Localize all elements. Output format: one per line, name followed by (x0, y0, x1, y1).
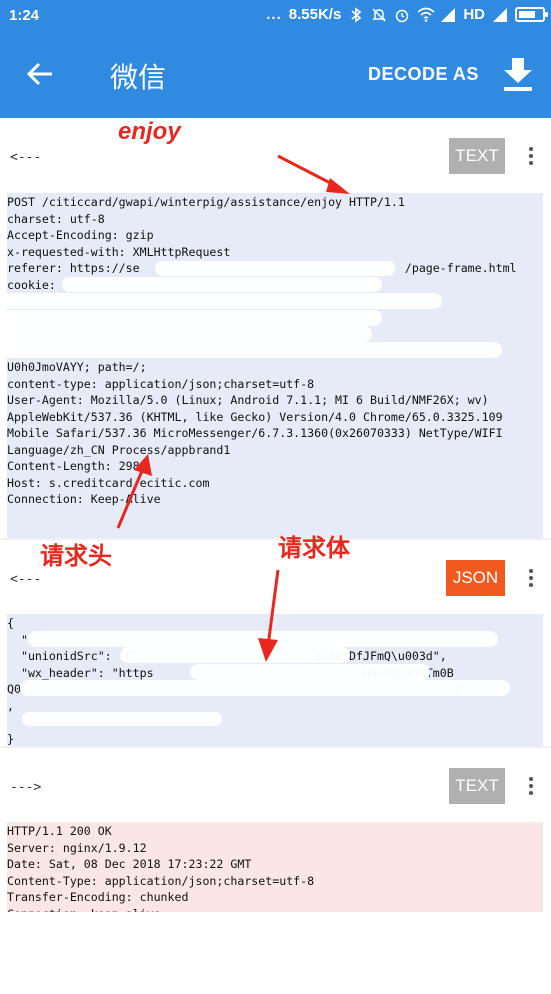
signal-icon (440, 7, 456, 23)
code-line: charset: utf-8 (7, 211, 105, 226)
redaction (62, 277, 382, 292)
type-badge-json[interactable]: JSON (446, 560, 505, 596)
mute-icon (371, 7, 387, 23)
network-speed: 8.55K/s (288, 6, 342, 23)
code-line: Transfer-Encoding: chunked (7, 890, 189, 904)
app-bar: 微信 DECODE AS (0, 32, 551, 118)
status-bar: 1:24 ... 8.55K/s HD (0, 0, 551, 32)
code-line: AppleWebKit/537.36 (KHTML, like Gecko) V… (7, 409, 503, 424)
direction-label: <--- (10, 572, 42, 587)
redaction (2, 310, 382, 326)
alarm-icon (394, 7, 410, 23)
code-line: HTTP/1.1 200 OK (7, 824, 112, 838)
redaction (20, 680, 510, 696)
annotation-request-body: 请求体 (278, 534, 350, 562)
annotation-enjoy: enjoy (118, 118, 181, 145)
code-line: Date: Sat, 08 Dec 2018 17:23:22 GMT (7, 857, 252, 871)
wifi-icon (417, 7, 435, 23)
direction-label: <--- (10, 150, 42, 165)
redaction (120, 647, 350, 663)
network-type: HD (463, 6, 485, 23)
response-section: ---> TEXT HTTP/1.1 200 OK Server: nginx/1… (0, 748, 551, 994)
code-line: Mobile Safari/537.36 MicroMessenger/6.7.… (7, 426, 503, 440)
code-line: Accept-Encoding: gzip (7, 228, 154, 242)
arrow-left-icon (26, 62, 52, 86)
battery-icon (515, 7, 548, 22)
status-time: 1:24 (9, 7, 40, 24)
code-line: Connection: Keep-Alive (7, 492, 161, 506)
more-options-button[interactable] (521, 141, 541, 171)
code-line: x-requested-with: XMLHttpRequest (7, 244, 231, 259)
notification-dots: ... (266, 6, 282, 23)
redaction (2, 293, 442, 309)
annotation-arrow (277, 154, 350, 194)
code-line: } (7, 731, 14, 746)
direction-label: ---> (10, 780, 42, 795)
code-line: Content-Length: 298 (7, 459, 140, 473)
status-icons: ... 8.55K/s HD (266, 6, 548, 23)
type-badge-text[interactable]: TEXT (449, 138, 505, 174)
more-options-button[interactable] (521, 563, 541, 593)
code-line: User-Agent: Mozilla/5.0 (Linux; Android … (7, 393, 489, 407)
request-header-code: POST /citiccard/gwapi/winterpig/assistan… (7, 193, 543, 538)
code-line: Server: nginx/1.9.12 (7, 840, 147, 855)
content-area: <--- TEXT POST /citiccard/gwapi/winterpi… (0, 118, 551, 994)
signal-icon-2 (492, 7, 508, 23)
code-line: U0h0JmoVAYY; path=/; (7, 360, 147, 374)
code-line: Host: s.creditcard.ecitic.com (7, 475, 210, 490)
redaction (155, 261, 395, 276)
code-line: Language/zh_CN Process/appbrand1 (7, 442, 231, 457)
response-code: HTTP/1.1 200 OK Server: nginx/1.9.12 Date:… (7, 822, 543, 912)
more-options-button[interactable] (521, 771, 541, 801)
code-line: Content-Type: application/json;charset=u… (7, 873, 315, 888)
bluetooth-icon (348, 6, 364, 23)
download-button[interactable] (496, 52, 540, 96)
annotation-request-header: 请求头 (40, 542, 112, 570)
page-title: 微信 (110, 61, 167, 94)
code-line: content-type: application/json;charset=u… (7, 376, 315, 391)
back-button[interactable] (20, 54, 60, 94)
redaction (22, 712, 222, 726)
redaction (2, 342, 502, 358)
redaction (2, 326, 372, 342)
annotation-arrow (116, 454, 152, 529)
annotation-arrow (258, 569, 280, 662)
redaction (190, 664, 430, 680)
download-icon (504, 58, 532, 91)
code-line: Connection: keep-alive (7, 906, 543, 913)
decode-as-button[interactable]: DECODE AS (368, 64, 479, 85)
type-badge-text[interactable]: TEXT (449, 768, 505, 804)
